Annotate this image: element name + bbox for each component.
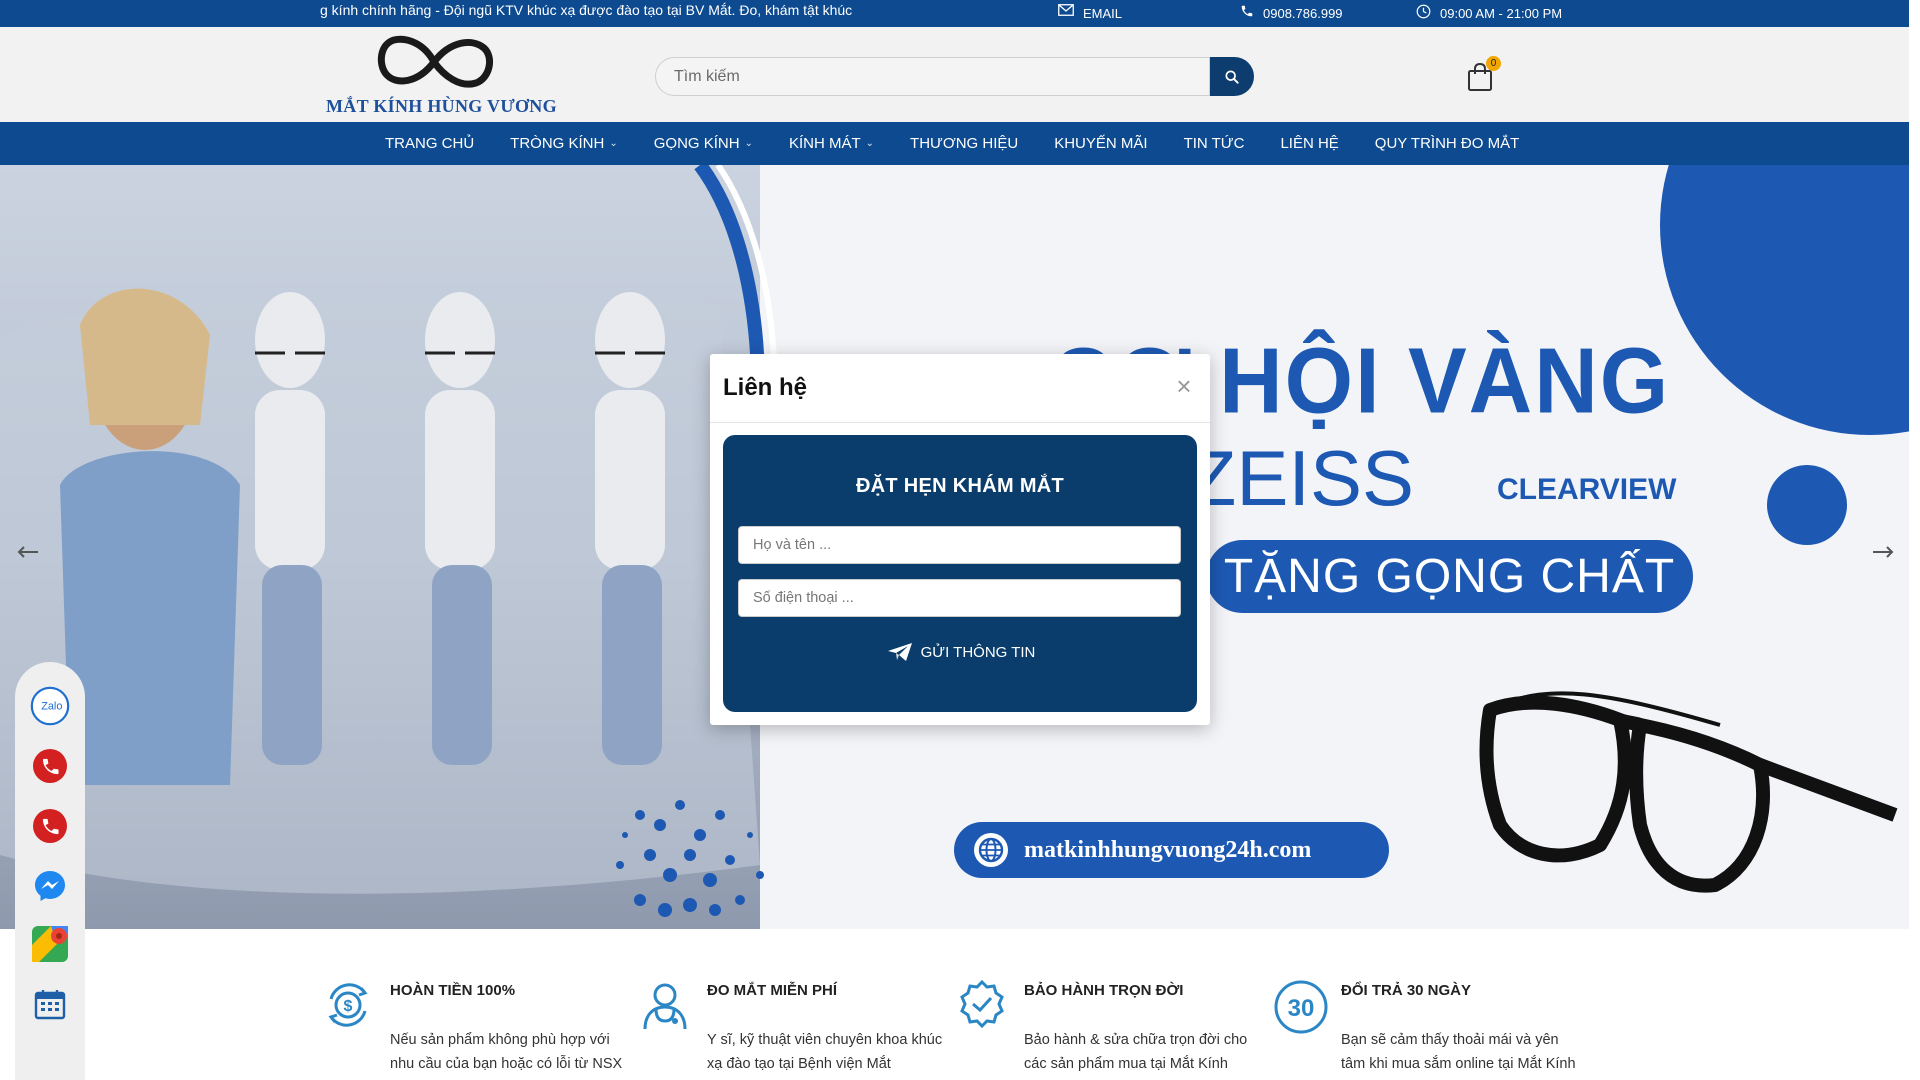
modal-title: Liên hệ xyxy=(723,374,808,401)
paper-plane-icon xyxy=(887,643,912,661)
close-icon[interactable]: × xyxy=(1171,373,1197,399)
full-name-field[interactable] xyxy=(738,526,1181,564)
modal-overlay: Liên hệ × ĐẶT HẸN KHÁM MẮT GỬI THÔNG TIN xyxy=(0,0,1920,1080)
form-title: ĐẶT HẸN KHÁM MẮT xyxy=(855,475,1065,497)
appointment-form: ĐẶT HẸN KHÁM MẮT GỬI THÔNG TIN xyxy=(723,435,1197,712)
submit-label: GỬI THÔNG TIN xyxy=(920,643,1036,661)
submit-button[interactable]: GỬI THÔNG TIN xyxy=(878,638,1044,666)
modal-header: Liên hệ × xyxy=(710,354,1210,423)
phone-number-field[interactable] xyxy=(738,579,1181,617)
contact-modal: Liên hệ × ĐẶT HẸN KHÁM MẮT GỬI THÔNG TIN xyxy=(710,354,1210,725)
